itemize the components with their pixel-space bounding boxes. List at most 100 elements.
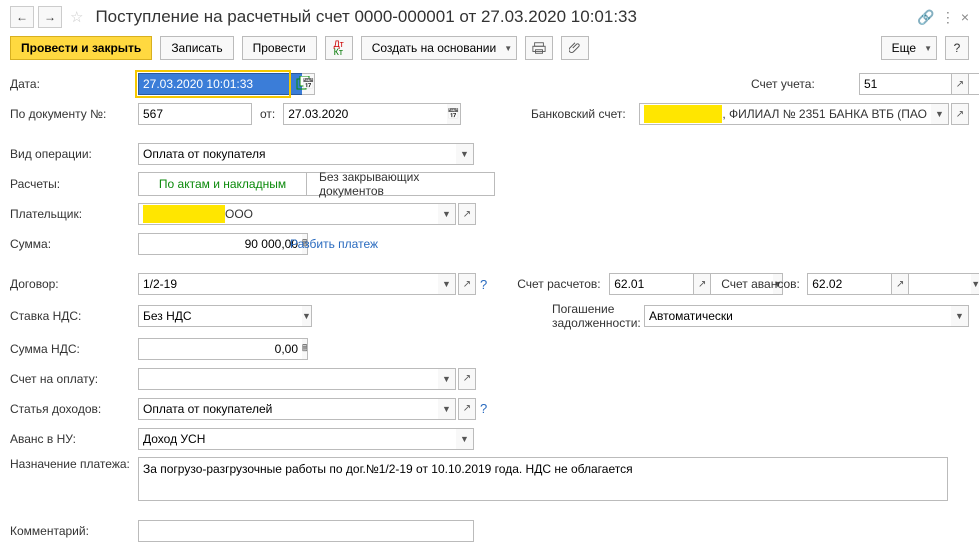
create-based-label: Создать на основании (372, 41, 497, 55)
open-contract-button[interactable]: ↗ (458, 273, 476, 295)
close-icon[interactable]: × (961, 9, 969, 25)
chevron-down-icon[interactable]: ▼ (951, 305, 969, 327)
create-based-button[interactable]: Создать на основании ▼ (361, 36, 517, 60)
sum-input[interactable] (138, 233, 302, 255)
vat-rate-label: Ставка НДС: (10, 309, 138, 323)
page-title: Поступление на расчетный счет 0000-00000… (95, 7, 913, 27)
post-and-close-button[interactable]: Провести и закрыть (10, 36, 152, 60)
calendar-icon[interactable] (447, 103, 460, 125)
vat-rate-field[interactable]: ▼ (138, 305, 284, 327)
purpose-textarea[interactable] (138, 457, 948, 501)
payer-tail: ООО (225, 207, 253, 221)
debt-repay-label: Погашение задолженности: (552, 302, 644, 331)
favorite-star-icon[interactable]: ☆ (70, 8, 83, 26)
docno-input[interactable] (138, 103, 252, 125)
calculator-icon[interactable]: 🖩 (302, 338, 308, 360)
income-label: Статья доходов: (10, 402, 138, 416)
comment-input[interactable] (138, 520, 474, 542)
advance-input[interactable] (138, 428, 456, 450)
doc-date-field[interactable] (283, 103, 399, 125)
adv-acc-label: Счет авансов: (721, 277, 807, 291)
date-input[interactable] (138, 73, 302, 95)
save-button[interactable]: Записать (160, 36, 233, 60)
from-label: от: (260, 107, 275, 121)
chevron-down-icon[interactable]: ▼ (438, 273, 456, 295)
optype-label: Вид операции: (10, 147, 138, 161)
advance-label: Аванс в НУ: (10, 432, 138, 446)
chevron-down-icon[interactable]: ▼ (438, 203, 456, 225)
optype-input[interactable] (138, 143, 456, 165)
help-button[interactable]: ? (945, 36, 969, 60)
invoice-field[interactable]: ▼ (138, 368, 456, 390)
paperclip-icon (569, 42, 581, 54)
bank-account-redacted (644, 105, 722, 123)
chevron-down-icon[interactable]: ▼ (971, 273, 979, 295)
open-adv-acc-button[interactable]: ↗ (891, 273, 909, 295)
post-button[interactable]: Провести (242, 36, 317, 60)
chevron-down-icon[interactable]: ▼ (438, 368, 456, 390)
open-invoice-button[interactable]: ↗ (458, 368, 476, 390)
chevron-down-icon[interactable]: ▼ (456, 143, 474, 165)
chevron-down-icon: ▼ (924, 44, 932, 53)
payer-redacted (143, 205, 225, 223)
optype-field[interactable]: ▼ (138, 143, 474, 165)
bank-account-tail: , ФИЛИАЛ № 2351 БАНКА ВТБ (ПАО (722, 107, 927, 121)
account-field[interactable]: ▼ (859, 73, 949, 95)
adv-acc-field[interactable]: ▼ (807, 273, 889, 295)
chevron-down-icon[interactable]: ▼ (438, 398, 456, 420)
income-help-icon[interactable]: ? (480, 401, 487, 416)
calc-by-acts-button[interactable]: По актам и накладным (138, 172, 306, 196)
bank-account-field[interactable]: , ФИЛИАЛ № 2351 БАНКА ВТБ (ПАО ▼ (639, 103, 949, 125)
open-payer-button[interactable]: ↗ (458, 203, 476, 225)
invoice-input[interactable] (138, 368, 438, 390)
invoice-label: Счет на оплату: (10, 372, 138, 386)
contract-field[interactable]: ▼ (138, 273, 456, 295)
purpose-label: Назначение платежа: (10, 457, 138, 471)
open-income-button[interactable]: ↗ (458, 398, 476, 420)
advance-field[interactable]: ▼ (138, 428, 474, 450)
print-button[interactable] (525, 36, 553, 60)
vat-sum-input[interactable] (138, 338, 302, 360)
open-account-button[interactable]: ↗ (951, 73, 969, 95)
split-payment-link[interactable]: Разбить платеж (290, 237, 378, 251)
open-bank-account-button[interactable]: ↗ (951, 103, 969, 125)
income-field[interactable]: ▼ (138, 398, 456, 420)
nav-back-button[interactable]: ← (10, 6, 34, 28)
comment-label: Комментарий: (10, 524, 138, 538)
open-settle-acc-button[interactable]: ↗ (693, 273, 711, 295)
link-icon[interactable]: 🔗 (917, 9, 934, 26)
calc-label: Расчеты: (10, 177, 138, 191)
kebab-menu-icon[interactable]: ⋮ (941, 9, 955, 26)
print-icon (532, 41, 546, 55)
chevron-down-icon[interactable]: ▼ (302, 305, 312, 327)
attachments-button[interactable] (561, 36, 589, 60)
date-field[interactable] (138, 73, 288, 95)
payer-field[interactable]: ООО ▼ (138, 203, 456, 225)
debt-repay-field[interactable]: ▼ (644, 305, 969, 327)
calc-toggle: По актам и накладным Без закрывающих док… (138, 172, 495, 196)
settle-acc-label: Счет расчетов: (517, 277, 609, 291)
vat-sum-label: Сумма НДС: (10, 342, 138, 356)
chevron-down-icon[interactable]: ▼ (931, 103, 949, 125)
adv-acc-input[interactable] (807, 273, 971, 295)
more-label: Еще (892, 41, 916, 55)
chevron-down-icon[interactable]: ▼ (456, 428, 474, 450)
more-button[interactable]: Еще ▼ (881, 36, 937, 60)
income-input[interactable] (138, 398, 438, 420)
dtkt-icon: ДтКт (334, 40, 344, 56)
vat-sum-field[interactable]: 🖩 (138, 338, 280, 360)
bank-account-label: Банковский счет: (531, 107, 639, 121)
sum-field[interactable]: 🖩 (138, 233, 280, 255)
doc-date-input[interactable] (283, 103, 447, 125)
sum-label: Сумма: (10, 237, 138, 251)
calc-no-closing-button[interactable]: Без закрывающих документов (306, 172, 495, 196)
contract-help-icon[interactable]: ? (480, 277, 487, 292)
docno-label: По документу №: (10, 107, 138, 121)
dtkt-button[interactable]: ДтКт (325, 36, 353, 60)
contract-input[interactable] (138, 273, 438, 295)
contract-label: Договор: (10, 277, 138, 291)
debt-repay-input[interactable] (644, 305, 951, 327)
settle-acc-field[interactable]: ▼ (609, 273, 691, 295)
vat-rate-input[interactable] (138, 305, 302, 327)
nav-forward-button[interactable]: → (38, 6, 62, 28)
